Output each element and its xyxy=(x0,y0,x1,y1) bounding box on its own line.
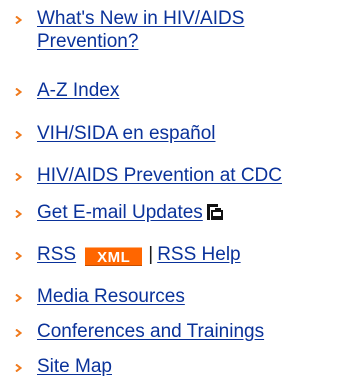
site-map-link[interactable]: Site Map xyxy=(37,356,112,377)
email-updates-link[interactable]: Get E-mail Updates xyxy=(37,202,203,223)
chevron-right-icon xyxy=(15,16,22,24)
email-updates-icon[interactable] xyxy=(205,203,225,227)
vih-sida-espanol-link[interactable]: VIH/SIDA en español xyxy=(37,123,216,144)
whats-new-label-line2: Prevention? xyxy=(37,31,139,52)
nav-item-media-resources: Media Resources xyxy=(0,285,185,308)
az-index-link[interactable]: A-Z Index xyxy=(37,80,119,101)
nav-item-conferences: Conferences and Trainings xyxy=(0,320,264,343)
chevron-right-icon xyxy=(15,173,22,181)
nav-item-whats-new: What's New in HIV/AIDS Prevention? xyxy=(0,7,244,53)
link-separator: | xyxy=(148,244,154,265)
rss-help-link[interactable]: RSS Help xyxy=(157,244,240,265)
nav-item-vih-sida: VIH/SIDA en español xyxy=(0,122,216,145)
chevron-right-icon xyxy=(15,364,22,372)
nav-item-az-index: A-Z Index xyxy=(0,79,119,102)
prevention-at-cdc-link[interactable]: HIV/AIDS Prevention at CDC xyxy=(37,165,282,186)
nav-item-prevention-at-cdc: HIV/AIDS Prevention at CDC xyxy=(0,164,282,187)
chevron-right-icon xyxy=(15,329,22,337)
conferences-trainings-link[interactable]: Conferences and Trainings xyxy=(37,321,264,342)
nav-item-site-map: Site Map xyxy=(0,355,112,378)
whats-new-label-line1: What's New in HIV/AIDS xyxy=(37,8,245,29)
media-resources-link[interactable]: Media Resources xyxy=(37,286,185,307)
chevron-right-icon xyxy=(15,88,22,96)
chevron-right-icon xyxy=(15,131,22,139)
chevron-right-icon xyxy=(15,252,22,260)
rss-link[interactable]: RSS xyxy=(37,244,76,265)
nav-item-email-updates: Get E-mail Updates xyxy=(0,201,225,227)
xml-feed-badge[interactable]: XML xyxy=(85,247,143,266)
whats-new-link[interactable]: What's New in HIV/AIDS Prevention? xyxy=(37,8,244,52)
chevron-right-icon xyxy=(15,210,22,218)
nav-item-rss: RSS XML | RSS Help xyxy=(0,243,241,266)
chevron-right-icon xyxy=(15,294,22,302)
